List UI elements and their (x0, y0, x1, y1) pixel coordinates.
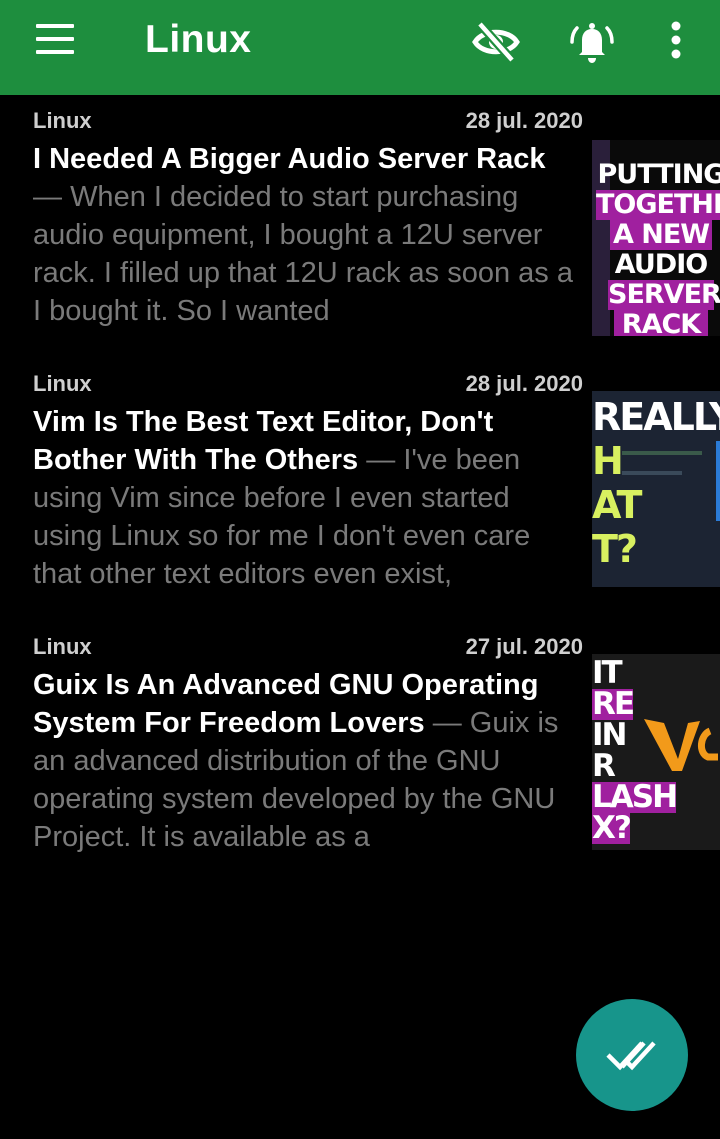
article-date: 28 jul. 2020 (465, 371, 583, 396)
article-separator: — (358, 444, 404, 476)
article-text: Vim Is The Best Text Editor, Don't Bothe… (33, 403, 573, 593)
thumb-text: AUDIO (614, 249, 708, 280)
logo-v-icon (644, 719, 718, 771)
article-text: Guix Is An Advanced GNU Operating System… (33, 666, 573, 856)
thumb-text: RACK (614, 310, 708, 336)
article-date: 28 jul. 2020 (465, 108, 583, 133)
article-feed-name: Linux (33, 371, 92, 396)
article-thumbnail[interactable]: PUTTING TOGETHER A NEW AUDIO SERVER RACK (592, 140, 720, 336)
eye-off-icon[interactable] (472, 18, 520, 66)
more-vert-icon[interactable] (652, 18, 700, 66)
thumb-text: H (592, 439, 624, 483)
thumb-text: RE (592, 686, 635, 722)
thumb-text: X? (592, 810, 632, 846)
article-separator: — (424, 707, 470, 739)
article-text: I Needed A Bigger Audio Server Rack — Wh… (33, 140, 573, 330)
article-separator: — (33, 181, 71, 213)
notification-bell-icon[interactable] (568, 18, 616, 66)
article-feed-name: Linux (33, 634, 92, 659)
article-thumbnail[interactable]: IT RE IN R LASH X? (592, 654, 720, 850)
thumb-text: SERVER (608, 279, 720, 310)
app-bar: Linux (0, 0, 720, 95)
thumb-text: PUTTING (597, 159, 720, 190)
thumb-text: IT (592, 655, 623, 691)
thumb-text: REALLY (592, 395, 720, 439)
menu-icon[interactable] (36, 24, 76, 56)
thumb-text: LASH (592, 779, 678, 815)
thumb-text: T? (592, 527, 638, 571)
article-date: 27 jul. 2020 (465, 634, 583, 659)
double-check-icon (606, 1041, 656, 1071)
article-title: I Needed A Bigger Audio Server Rack (33, 143, 546, 175)
thumb-text: AT (592, 483, 642, 527)
article-snippet: When I decided to start purchasing audio… (33, 181, 573, 327)
mark-all-read-button[interactable] (576, 999, 688, 1111)
article-feed-name: Linux (33, 108, 92, 133)
article-thumbnail[interactable]: REALLY H AT T? (592, 391, 720, 587)
app-title: Linux (145, 18, 252, 61)
thumb-text: TOGETHER (596, 190, 720, 220)
thumb-text: A NEW (610, 220, 712, 250)
